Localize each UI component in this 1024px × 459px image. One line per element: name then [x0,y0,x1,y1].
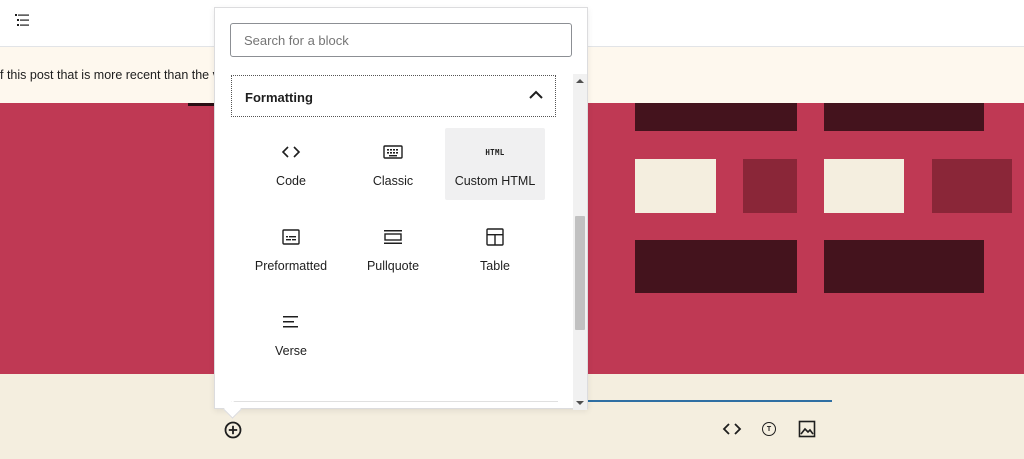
panel-divider [231,401,558,402]
html-icon: HTML [483,140,507,164]
pattern-tile [635,159,716,213]
block-item-custom-html[interactable]: HTML Custom HTML [445,128,545,200]
text-circle-icon[interactable]: T [758,418,780,440]
block-underline [588,400,832,402]
scroll-up-arrow-icon[interactable] [573,74,587,88]
block-label: Custom HTML [454,174,536,188]
block-item-verse[interactable]: Verse [241,298,341,370]
add-block-button[interactable] [223,420,243,440]
code-icon[interactable] [721,418,743,440]
block-item-table[interactable]: Table [445,213,545,285]
block-label: Pullquote [366,259,420,273]
block-item-classic[interactable]: Classic [343,128,443,200]
image-icon[interactable] [796,418,818,440]
scroll-down-arrow-icon[interactable] [573,396,587,410]
block-item-pullquote[interactable]: Pullquote [343,213,443,285]
cover-accent-bar [188,103,216,106]
pattern-tile [743,159,797,213]
block-search-input[interactable] [230,23,572,57]
verse-icon [279,310,303,334]
block-label: Preformatted [254,259,328,273]
block-item-code[interactable]: Code [241,128,341,200]
block-label: Verse [275,344,307,358]
pattern-tile [824,159,904,213]
pullquote-icon [381,225,405,249]
pattern-tile [824,103,984,131]
code-icon [279,140,303,164]
notice-text: f this post that is more recent than the… [0,68,226,82]
panel-title: Formatting [245,90,313,105]
text-circle-letter: T [766,425,772,433]
formatting-panel-toggle[interactable]: Formatting [231,75,556,117]
scrollbar-thumb[interactable] [575,216,585,330]
plus-circle-icon [224,421,242,439]
block-inserter-popover: Formatting Code Classic [214,7,588,410]
pattern-tile [824,240,984,293]
block-item-preformatted[interactable]: Preformatted [241,213,341,285]
block-label: Table [480,259,510,273]
preformatted-icon [279,225,303,249]
document-outline-icon[interactable] [12,11,32,31]
pattern-tile [932,159,1012,213]
block-label: Classic [372,174,414,188]
block-label: Code [276,174,306,188]
html-icon-text: HTML [485,147,505,157]
keyboard-icon [381,140,405,164]
inserter-scrollbar[interactable] [573,74,587,410]
table-icon [483,225,507,249]
chevron-up-icon [529,90,543,99]
pattern-tile [635,103,797,131]
pattern-tile [635,240,797,293]
